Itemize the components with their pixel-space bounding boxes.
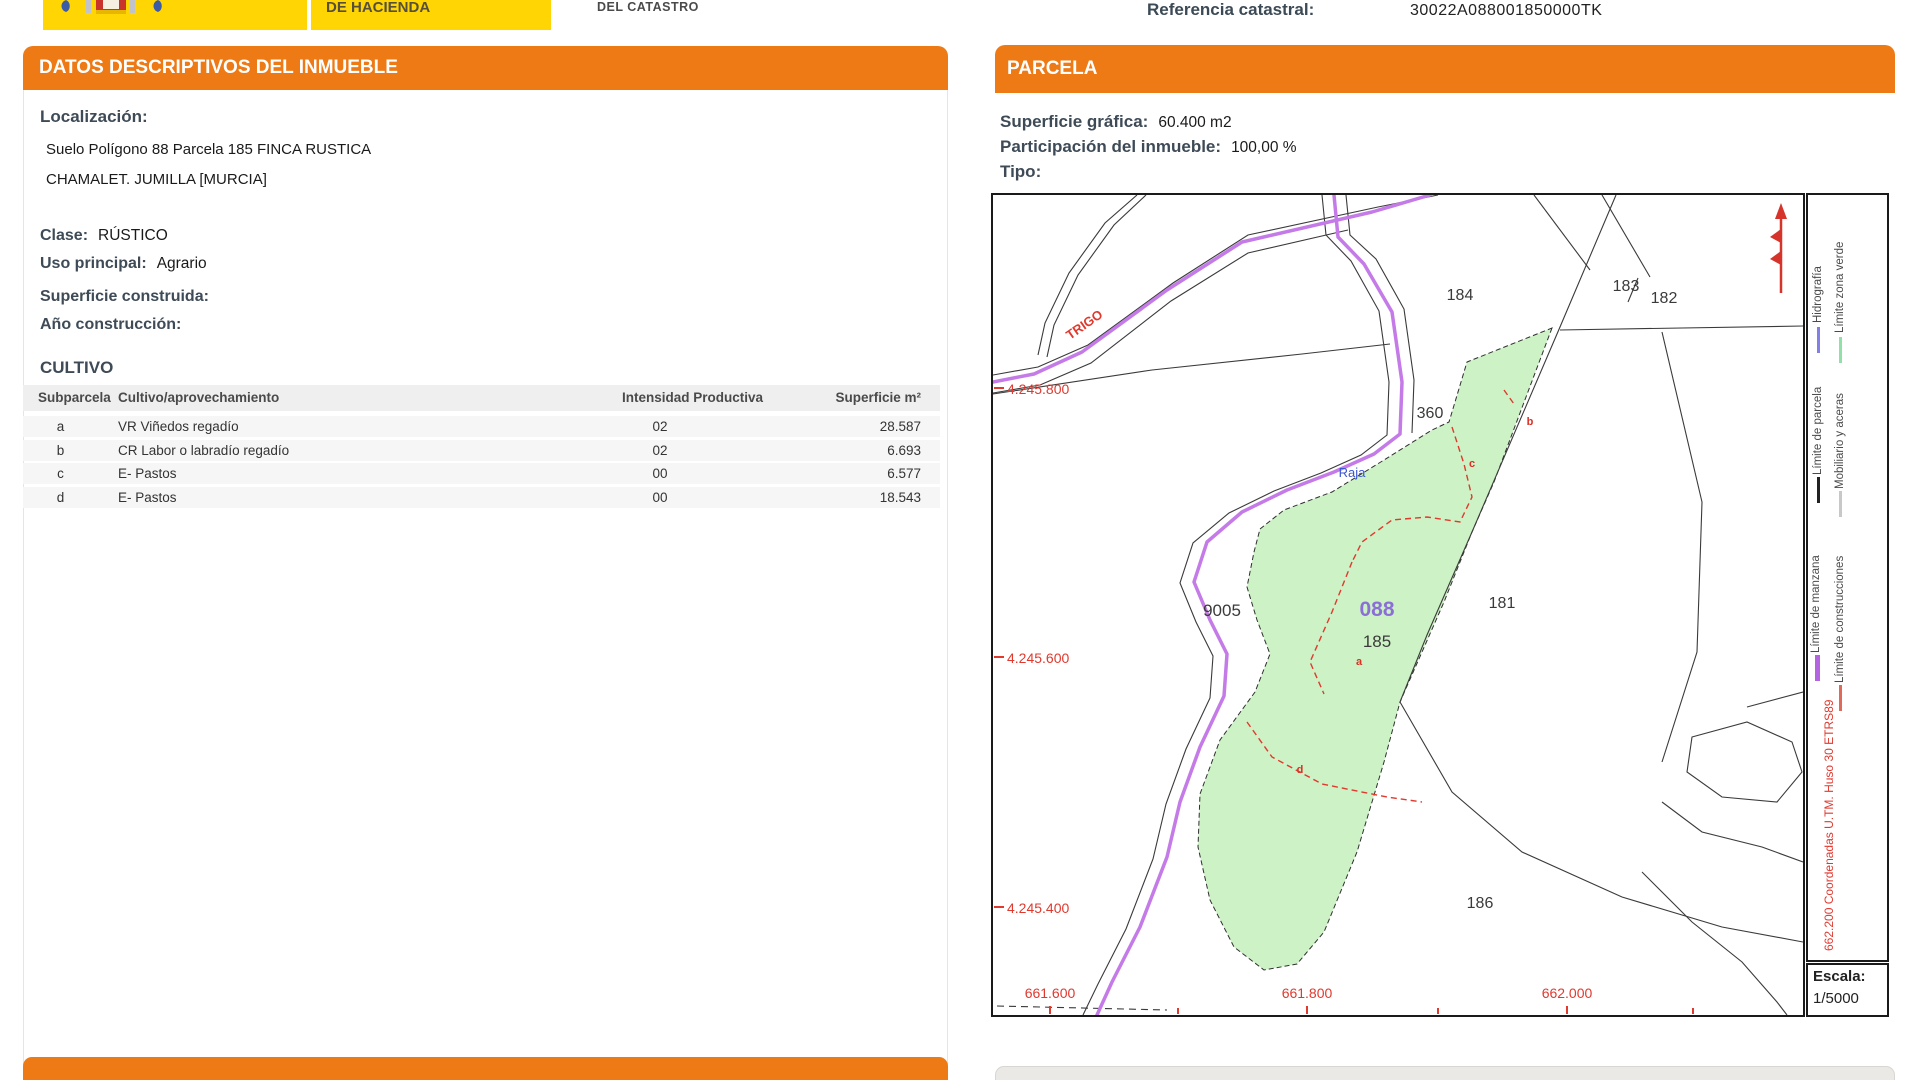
north-arrow-icon bbox=[1770, 203, 1787, 293]
uso-value: Agrario bbox=[157, 255, 207, 272]
ano-construccion-row: Año construcción: bbox=[40, 316, 191, 334]
map-label-9005: 9005 bbox=[1203, 601, 1241, 620]
superficie-grafica-label: Superficie gráfica: bbox=[1000, 112, 1148, 131]
clase-row: Clase: RÚSTICO bbox=[40, 227, 168, 245]
localizacion-label: Localización: bbox=[40, 107, 148, 127]
tipo-row: Tipo: bbox=[1000, 162, 1051, 182]
spain-coat-of-arms-icon bbox=[58, 0, 178, 18]
next-section-header-left bbox=[23, 1057, 948, 1080]
cell-intensidad: 02 bbox=[605, 419, 715, 434]
cell-subparcela: a bbox=[23, 419, 98, 434]
map-legend: Hidrografía Límite zona verde Límite de … bbox=[1806, 193, 1889, 962]
cell-superficie: 6.577 bbox=[887, 466, 921, 481]
cell-cultivo: CR Labor o labradío regadío bbox=[118, 443, 289, 458]
map-sublabel-b: b bbox=[1527, 416, 1534, 428]
legend-item-zona-verde: Límite zona verde bbox=[1834, 211, 1846, 333]
superficie-construida-row: Superficie construida: bbox=[40, 288, 219, 306]
escala-value: 1/5000 bbox=[1813, 990, 1859, 1007]
cell-subparcela: c bbox=[23, 466, 98, 481]
map-sublabel-a: a bbox=[1356, 656, 1363, 668]
cell-intensidad: 00 bbox=[605, 490, 715, 505]
uso-label: Uso principal: bbox=[40, 255, 147, 272]
cell-intensidad: 02 bbox=[605, 443, 715, 458]
uso-row: Uso principal: Agrario bbox=[40, 255, 207, 273]
reference-value: 30022A088001850000TK bbox=[1410, 2, 1602, 20]
map-coord-x1: 661.600 bbox=[1025, 985, 1076, 1001]
ministry-text: DE HACIENDA bbox=[326, 0, 430, 16]
map-sublabel-c: c bbox=[1469, 458, 1475, 470]
legend-item-limite-manzana: Límite de manzana bbox=[1810, 525, 1822, 653]
legend-item-mobiliario: Mobiliario y aceras bbox=[1834, 357, 1846, 489]
ministry-logo-block bbox=[43, 0, 307, 30]
map-sublabel-d: d bbox=[1297, 764, 1304, 776]
cell-superficie: 6.693 bbox=[887, 443, 921, 458]
map-coord-y3: 4.245.400 bbox=[1007, 900, 1069, 916]
participacion-label: Participación del inmueble: bbox=[1000, 137, 1221, 156]
legend-swatch-hidrografia bbox=[1817, 327, 1820, 353]
cadastral-map: 184 183 182 360 9005 088 185 181 186 a b… bbox=[991, 193, 1805, 1017]
left-panel-header: DATOS DESCRIPTIVOS DEL INMUEBLE bbox=[23, 46, 948, 90]
map-coord-y1: 4.245.800 bbox=[1007, 381, 1069, 397]
cultivo-table-header: Subparcela Cultivo/aprovechamiento Inten… bbox=[23, 385, 940, 411]
legend-swatch-limite-parcela bbox=[1817, 477, 1820, 503]
legend-item-limite-parcela: Límite de parcela bbox=[1812, 357, 1824, 475]
col-intensidad: Intensidad Productiva bbox=[622, 390, 763, 405]
cultivo-row-d: d E- Pastos 00 18.543 bbox=[23, 487, 940, 508]
reference-label: Referencia catastral: bbox=[1147, 0, 1314, 20]
legend-item-hidrografia: Hidrografía bbox=[1812, 211, 1824, 323]
map-label-181: 181 bbox=[1489, 595, 1516, 612]
map-coord-y2: 4.245.600 bbox=[1007, 650, 1069, 666]
cell-cultivo: E- Pastos bbox=[118, 490, 177, 505]
hacienda-logo-block: DE HACIENDA bbox=[311, 0, 551, 30]
cell-cultivo: VR Viñedos regadío bbox=[118, 419, 239, 434]
col-superficie: Superficie m² bbox=[835, 390, 921, 405]
catastro-text: DEL CATASTRO bbox=[597, 0, 699, 14]
superficie-construida-label: Superficie construida: bbox=[40, 288, 209, 305]
cultivo-row-b: b CR Labor o labradío regadío 02 6.693 bbox=[23, 440, 940, 461]
tipo-label: Tipo: bbox=[1000, 162, 1041, 181]
legend-item-limite-construcciones: Límite de construcciones bbox=[1834, 525, 1846, 683]
cultivo-title: CULTIVO bbox=[40, 358, 113, 378]
col-cultivo: Cultivo/aprovechamiento bbox=[118, 390, 279, 405]
participacion-row: Participación del inmueble: 100,00 % bbox=[1000, 137, 1297, 157]
map-label-185: 185 bbox=[1363, 632, 1391, 651]
map-label-360: 360 bbox=[1417, 405, 1444, 422]
map-label-184: 184 bbox=[1447, 287, 1474, 304]
legend-swatch-limite-construcciones bbox=[1839, 685, 1842, 711]
map-coord-x2: 661.800 bbox=[1282, 985, 1333, 1001]
ano-construccion-label: Año construcción: bbox=[40, 316, 181, 333]
map-label-182: 182 bbox=[1651, 290, 1678, 307]
right-panel-header: PARCELA bbox=[995, 45, 1895, 93]
clase-label: Clase: bbox=[40, 227, 88, 244]
clase-value: RÚSTICO bbox=[98, 227, 168, 244]
escala-box: Escala: 1/5000 bbox=[1806, 963, 1889, 1017]
localizacion-line1: Suelo Polígono 88 Parcela 185 FINCA RUST… bbox=[46, 141, 371, 158]
left-panel-title: DATOS DESCRIPTIVOS DEL INMUEBLE bbox=[39, 57, 398, 79]
right-panel-title: PARCELA bbox=[1007, 58, 1097, 80]
map-coord-x3: 662.000 bbox=[1542, 985, 1593, 1001]
next-section-header-right bbox=[995, 1066, 1895, 1080]
cell-cultivo: E- Pastos bbox=[118, 466, 177, 481]
map-river-label-raja: Raja bbox=[1339, 465, 1367, 480]
cell-superficie: 28.587 bbox=[880, 419, 921, 434]
superficie-grafica-row: Superficie gráfica: 60.400 m2 bbox=[1000, 112, 1232, 132]
legend-swatch-mobiliario bbox=[1839, 491, 1842, 517]
map-label-183: 183 bbox=[1613, 278, 1640, 295]
col-subparcela: Subparcela bbox=[38, 390, 111, 405]
escala-label: Escala: bbox=[1813, 968, 1866, 985]
legend-coordinate-note: 662.200 Coordenadas U.TM. Huso 30 ETRS89 bbox=[1822, 689, 1836, 951]
localizacion-line2: CHAMALET. JUMILLA [MURCIA] bbox=[46, 171, 267, 188]
cell-superficie: 18.543 bbox=[880, 490, 921, 505]
participacion-value: 100,00 % bbox=[1231, 139, 1297, 156]
cultivo-row-a: a VR Viñedos regadío 02 28.587 bbox=[23, 416, 940, 437]
map-label-186: 186 bbox=[1467, 895, 1494, 912]
cell-subparcela: b bbox=[23, 443, 98, 458]
cell-intensidad: 00 bbox=[605, 466, 715, 481]
legend-swatch-limite-manzana bbox=[1815, 655, 1820, 681]
map-label-088: 088 bbox=[1359, 598, 1394, 621]
cultivo-row-c: c E- Pastos 00 6.577 bbox=[23, 463, 940, 484]
superficie-grafica-value: 60.400 m2 bbox=[1158, 114, 1231, 131]
cell-subparcela: d bbox=[23, 490, 98, 505]
